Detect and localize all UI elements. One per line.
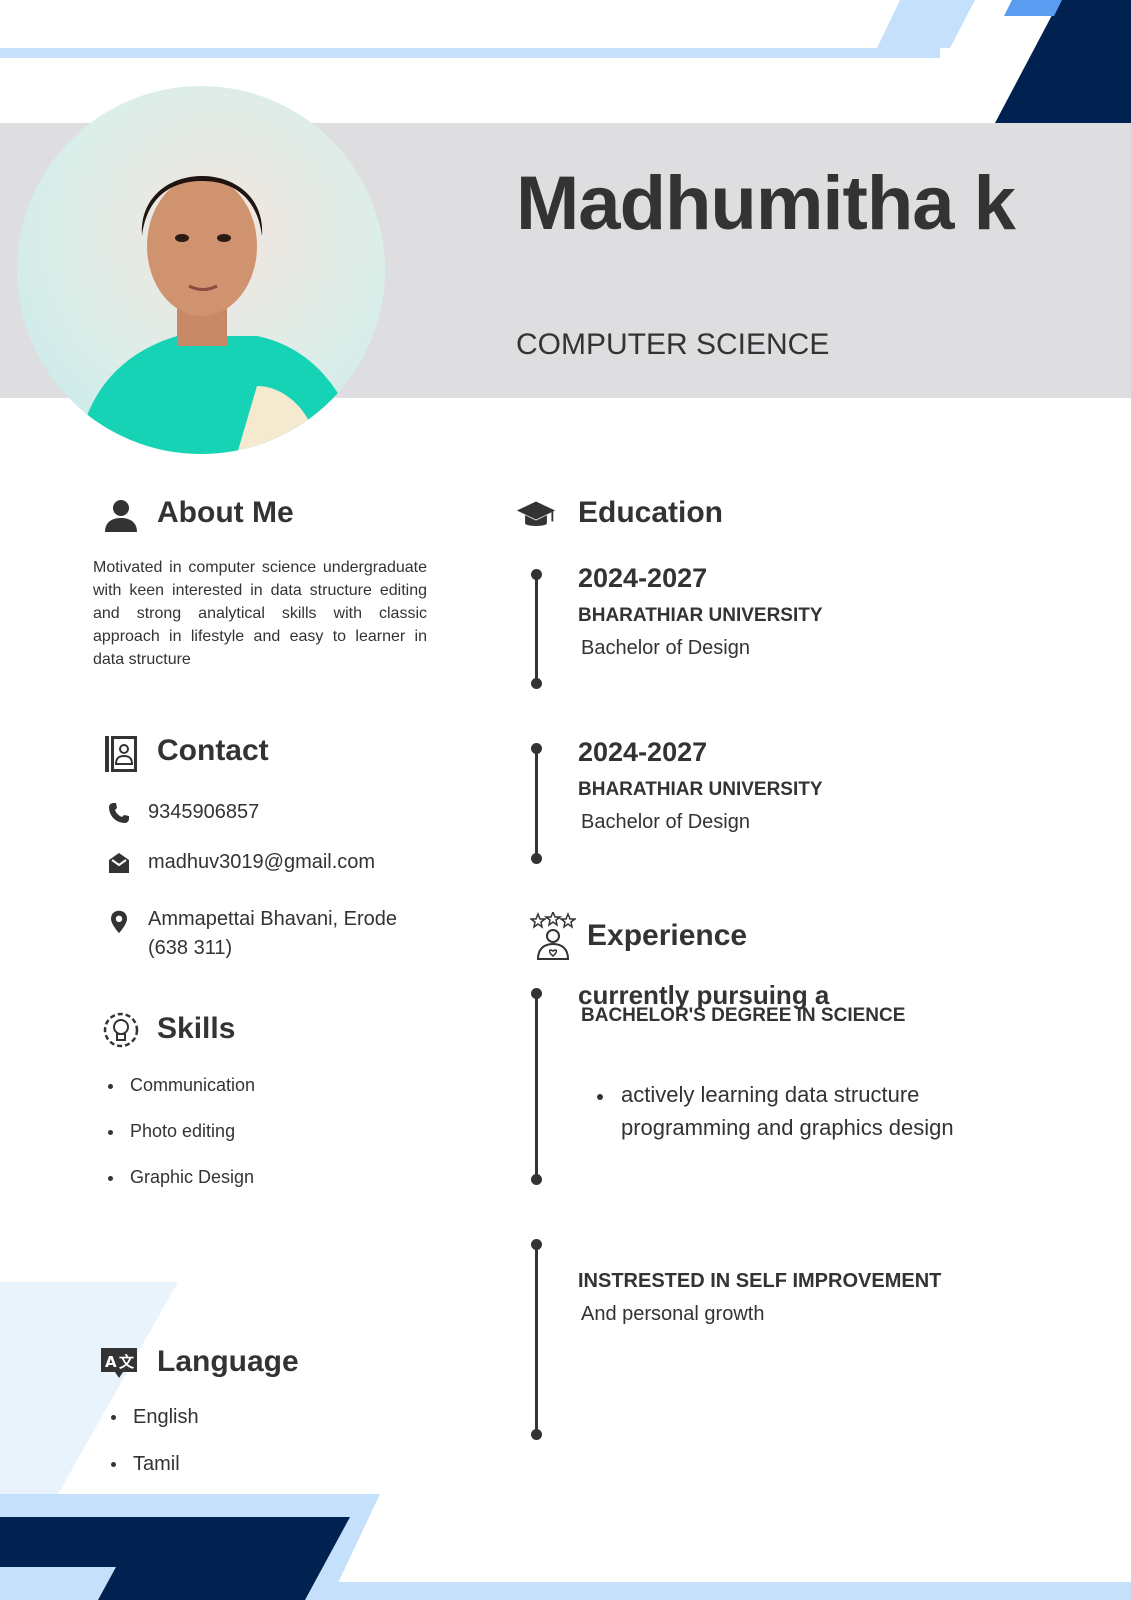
education-degree: Bachelor of Design xyxy=(581,811,750,833)
timeline-dot xyxy=(531,853,542,864)
list-item: Tamil xyxy=(109,1453,199,1476)
person-role: COMPUTER SCIENCE xyxy=(516,328,830,361)
education-title: Education xyxy=(578,496,724,529)
skills-title: Skills xyxy=(157,1012,236,1045)
lightbulb-gear-icon xyxy=(103,1012,139,1048)
about-text: Motivated in computer science undergradu… xyxy=(93,559,427,668)
timeline-line xyxy=(535,574,538,684)
experience-subheading: And personal growth xyxy=(581,1303,765,1325)
education-school: BHARATHIAR UNIVERSITY xyxy=(578,779,823,800)
about-title: About Me xyxy=(157,496,294,529)
translate-icon: A 文 xyxy=(101,1348,137,1378)
list-item: Graphic Design xyxy=(106,1167,255,1188)
contact-address-line1: Ammapettai Bhavani, Erode xyxy=(148,908,398,930)
timeline-dot xyxy=(531,1429,542,1440)
experience-bullet-line2: programming and graphics design xyxy=(621,1115,954,1140)
svg-text:文: 文 xyxy=(119,1353,135,1371)
graduation-cap-icon xyxy=(516,501,556,526)
timeline-line xyxy=(535,993,538,1178)
language-list: English Tamil xyxy=(109,1406,199,1476)
contact-phone: 9345906857 xyxy=(148,801,260,823)
user-icon xyxy=(105,500,137,532)
list-item: Communication xyxy=(106,1075,255,1096)
person-name: Madhumitha k xyxy=(516,161,1016,246)
timeline-line xyxy=(535,748,538,858)
contact-address-line2: (638 311) xyxy=(148,937,233,959)
timeline-dot xyxy=(531,1174,542,1185)
bullet-dot xyxy=(597,1094,603,1100)
experience-bullet-line1: actively learning data structure xyxy=(621,1082,920,1107)
experience-subheading: BACHELOR'S DEGREE IN SCIENCE xyxy=(581,1005,906,1026)
contact-title: Contact xyxy=(157,734,269,767)
mail-icon xyxy=(109,853,129,873)
language-title: Language xyxy=(157,1345,299,1378)
experience-heading: INSTRESTED IN SELF IMPROVEMENT xyxy=(578,1270,942,1292)
list-item: Photo editing xyxy=(106,1121,255,1142)
education-years: 2024-2027 xyxy=(578,737,708,767)
experience-title: Experience xyxy=(587,919,748,952)
profile-photo xyxy=(17,86,385,454)
person-stars-icon xyxy=(530,912,576,960)
education-school: BHARATHIAR UNIVERSITY xyxy=(578,605,823,626)
timeline-line xyxy=(535,1244,538,1434)
location-pin-icon xyxy=(111,910,127,934)
phone-icon xyxy=(109,803,129,823)
education-years: 2024-2027 xyxy=(578,563,708,593)
contact-book-icon xyxy=(105,736,137,772)
education-degree: Bachelor of Design xyxy=(581,637,750,659)
contact-email: madhuv3019@gmail.com xyxy=(148,851,376,873)
svg-text:A: A xyxy=(105,1353,117,1371)
timeline-dot xyxy=(531,678,542,689)
list-item: English xyxy=(109,1406,199,1429)
skills-list: Communication Photo editing Graphic Desi… xyxy=(106,1075,255,1188)
